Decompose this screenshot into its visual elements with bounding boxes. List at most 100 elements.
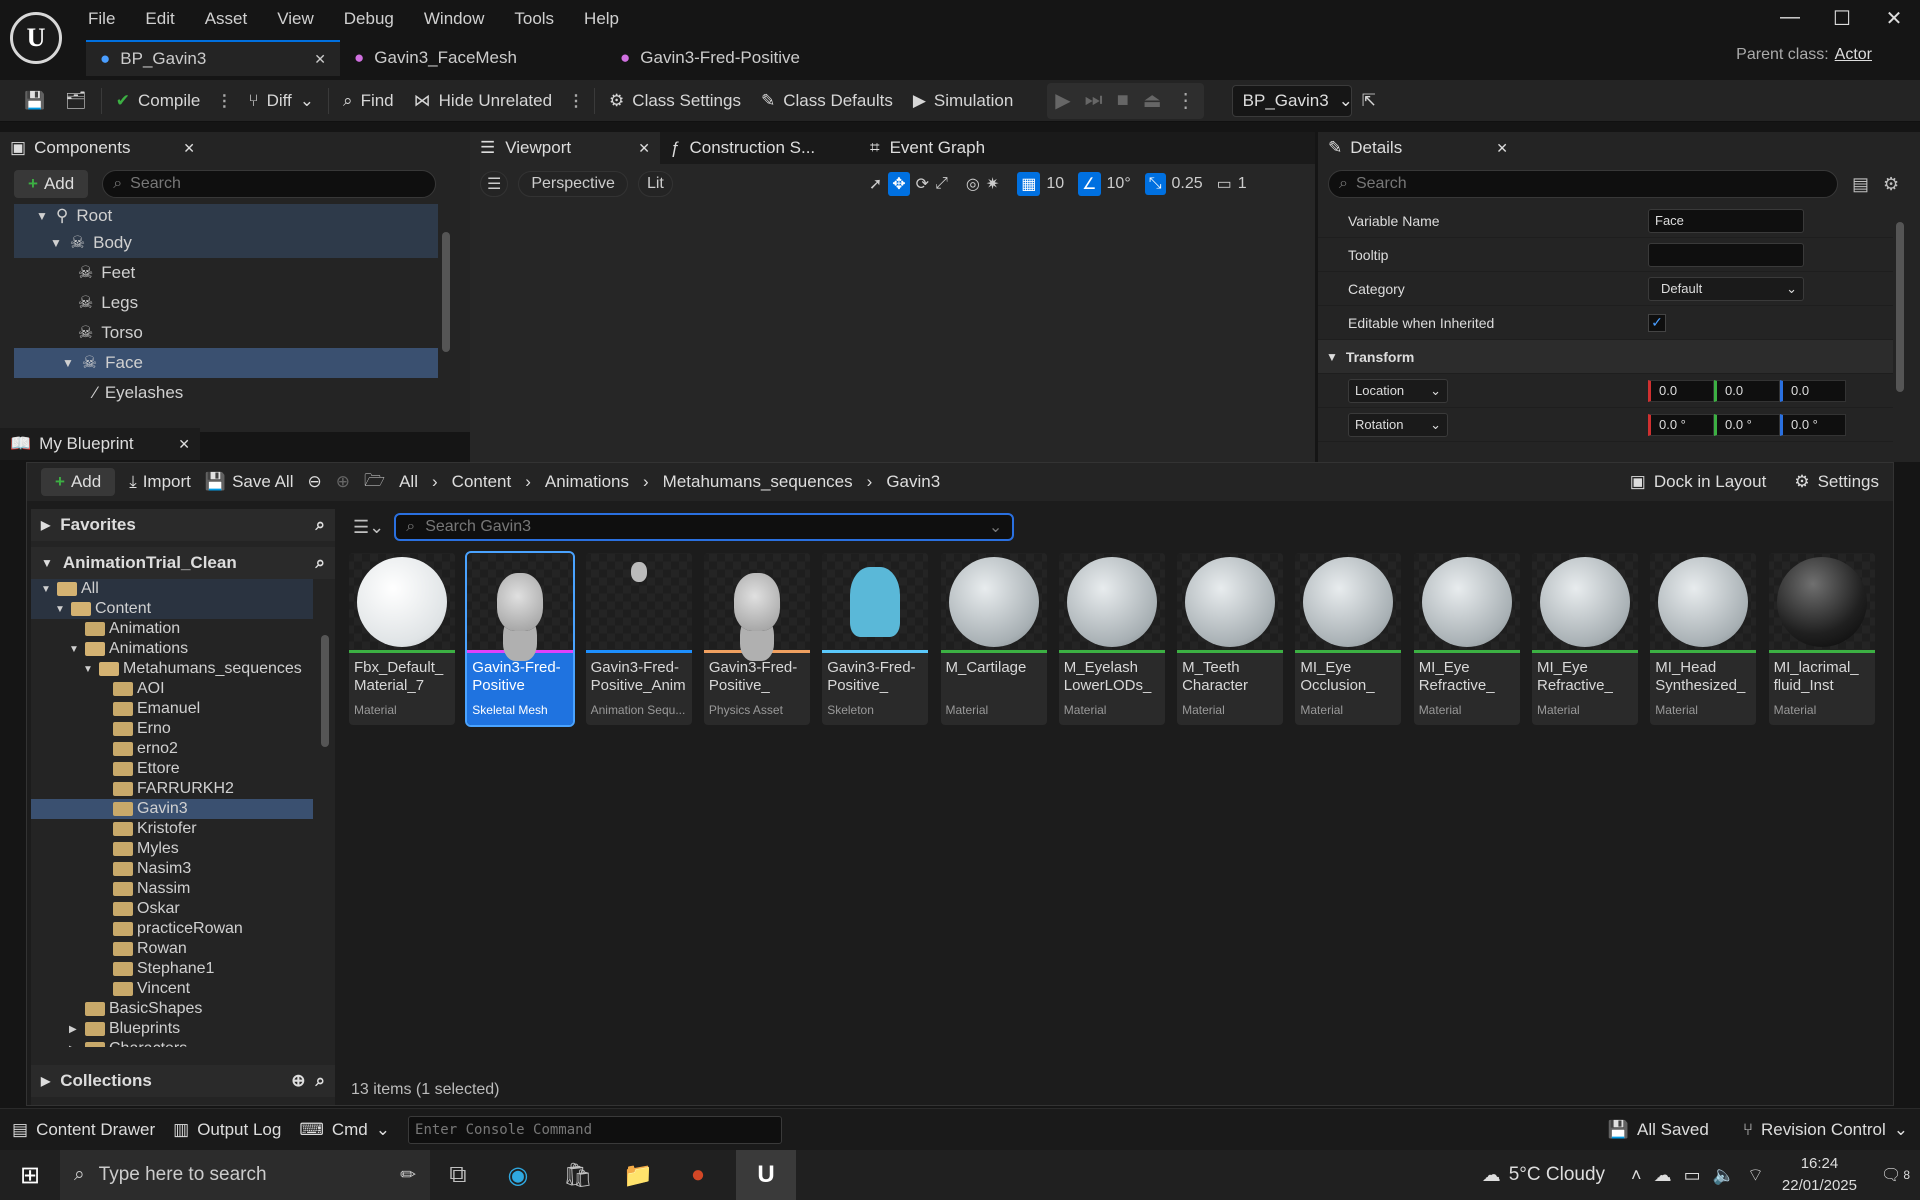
windows-start-icon[interactable]: ⊞ [0,1153,60,1197]
scale-snap-value[interactable]: 0.25 [1172,175,1203,193]
grid-snap-value[interactable]: 10 [1046,175,1064,193]
weather-widget[interactable]: ☁ 5°C Cloudy [1482,1164,1605,1187]
favorites-header[interactable]: ▶ Favorites ⌕ [31,509,335,541]
menu-file[interactable]: File [88,9,115,29]
folder-item[interactable]: ▼ Animations [31,639,313,659]
chevron-right-icon[interactable]: ▶ [69,1024,81,1035]
project-header[interactable]: ▼ AnimationTrial_Clean ⌕ [31,547,335,579]
folder-item[interactable]: Emanuel [31,699,313,719]
tree-item-legs[interactable]: ☠ Legs [14,288,438,318]
minimize-icon[interactable]: — [1764,6,1816,42]
tree-item-torso[interactable]: ☠ Torso [14,318,438,348]
folder-item[interactable]: Vincent [31,979,313,999]
angle-snap-value[interactable]: 10° [1107,175,1131,193]
tree-item-face[interactable]: ▼ ☠ Face [14,348,438,378]
asset-tile[interactable]: MI_Eye Refractive_ Material [1532,553,1638,725]
tab-gavin3-fred-positive[interactable]: ● Gavin3-Fred-Positive [606,40,814,76]
perspective-button[interactable]: Perspective [518,171,628,197]
scale-snap-icon[interactable]: ⤡ [1144,173,1166,195]
chevron-down-icon[interactable]: ⌄ [989,517,1002,537]
import-button[interactable]: ⤓ Import [129,472,191,492]
folder-scrollbar[interactable] [321,635,329,747]
editable-checkbox[interactable]: ✓ [1648,313,1666,332]
rotation-select[interactable]: Rotation ⌄ [1348,412,1448,437]
chevron-down-icon[interactable]: ▼ [55,604,67,615]
close-icon[interactable]: ✕ [638,140,650,157]
rotation-z[interactable]: 0.0 ° [1780,413,1846,436]
folder-item[interactable]: ▼ Content [31,599,313,619]
asset-tile[interactable]: Gavin3-Fred- Positive Skeletal Mesh [465,551,576,727]
powerpoint-icon[interactable]: ● [676,1153,720,1197]
camera-speed-icon[interactable]: ▭ [1217,174,1232,194]
revision-control-button[interactable]: ⑂ Revision Control ⌄ [1743,1120,1908,1140]
transform-section[interactable]: ▼ Transform [1318,340,1893,374]
asset-tile[interactable]: Fbx_Default_ Material_7 Material [349,553,455,725]
output-log-button[interactable]: ▥ Output Log [173,1120,281,1140]
tree-item-feet[interactable]: ☠ Feet [14,258,438,288]
asset-tile[interactable]: MI_Eye Occlusion_ Material [1295,553,1402,725]
class-defaults-button[interactable]: ✎ Class Defaults [751,80,903,122]
folder-item[interactable]: Oskar [31,899,313,919]
tree-item-body[interactable]: ▼ ☠ Body [14,228,438,258]
menu-tools[interactable]: Tools [514,9,554,29]
grid-snap-icon[interactable]: ▦ [1017,172,1041,196]
folder-item[interactable]: Ettore [31,759,313,779]
scale-icon[interactable]: ⤢ [935,175,948,193]
breadcrumb-gavin3[interactable]: Gavin3 [886,472,940,492]
folder-item[interactable]: ▼ All [31,579,313,599]
close-icon[interactable]: ✕ [1496,140,1508,157]
play-icon[interactable]: ▶ [1055,88,1070,113]
search-icon[interactable]: ⌕ [315,515,325,535]
search-icon[interactable]: ⌕ [315,1071,325,1091]
folder-item[interactable]: BasicShapes [31,999,313,1019]
menu-debug[interactable]: Debug [344,9,394,29]
battery-icon[interactable]: ▭ [1684,1165,1701,1186]
simulation-button[interactable]: ▶ Simulation [903,80,1023,122]
clock[interactable]: 16:24 22/01/2025 [1782,1153,1857,1197]
asset-tile[interactable]: MI_Head Synthesized_ Material [1650,553,1757,725]
compile-options-icon[interactable]: ⋮ [210,91,238,111]
rotation-y[interactable]: 0.0 ° [1714,413,1780,436]
tooltip-input[interactable] [1648,242,1804,267]
folder-item[interactable]: Animation [31,619,313,639]
folder-item[interactable]: Kristofer [31,819,313,839]
menu-view[interactable]: View [277,9,314,29]
diff-button[interactable]: ⑂ Diff ⌄ [238,80,324,122]
save-all-button[interactable]: 💾 Save All [205,472,294,492]
folder-item[interactable]: practiceRowan [31,919,313,939]
location-y[interactable]: 0.0 [1714,379,1780,402]
location-select[interactable]: Location ⌄ [1348,378,1448,403]
folder-item[interactable]: ▶ Characters [31,1039,313,1047]
variable-name-input[interactable]: Face [1648,208,1804,233]
world-icon[interactable]: ◎ [966,174,980,194]
more-options-icon[interactable]: ⋮ [562,91,590,111]
folder-item[interactable]: ▼ Metahumans_sequences [31,659,313,679]
play-options-icon[interactable]: ⋮ [1176,88,1196,113]
folder-item[interactable]: erno2 [31,739,313,759]
folder-item[interactable]: Myles [31,839,313,859]
menu-help[interactable]: Help [584,9,619,29]
breadcrumb-metahumans[interactable]: Metahumans_sequences [663,472,853,492]
tab-bp-gavin3[interactable]: ● BP_Gavin3 ✕ [86,40,340,76]
parent-class-link[interactable]: Actor [1835,46,1872,63]
viewport-menu-icon[interactable]: ☰ [480,171,509,197]
breadcrumb-all[interactable]: All [399,472,418,492]
tab-gavin3-facemesh[interactable]: ● Gavin3_FaceMesh [340,40,606,76]
chevron-down-icon[interactable]: ▼ [69,644,81,655]
asset-tile[interactable]: M_Cartilage Material [940,553,1047,725]
close-icon[interactable]: ✕ [178,436,190,453]
folder-item[interactable]: AOI [31,679,313,699]
debug-browse-icon[interactable]: ⇱ [1352,80,1386,122]
folder-item[interactable]: Stephane1 [31,959,313,979]
lit-button[interactable]: Lit [637,171,673,197]
close-window-icon[interactable]: ✕ [1868,6,1920,42]
folder-item[interactable]: Nasim3 [31,859,313,879]
breadcrumb-content[interactable]: Content [452,472,512,492]
unreal-logo-icon[interactable]: U [10,12,62,64]
chevron-right-icon[interactable]: ▶ [69,1044,81,1048]
step-icon[interactable]: ⏭ [1085,89,1103,112]
asset-tile[interactable]: Gavin3-Fred- Positive_ Physics Asset [703,553,810,725]
tab-construction-script[interactable]: ƒ Construction S... [660,132,860,164]
save-icon[interactable]: 💾 [14,80,55,122]
asset-search[interactable]: ⌕ Search Gavin3 ⌄ [394,513,1015,541]
